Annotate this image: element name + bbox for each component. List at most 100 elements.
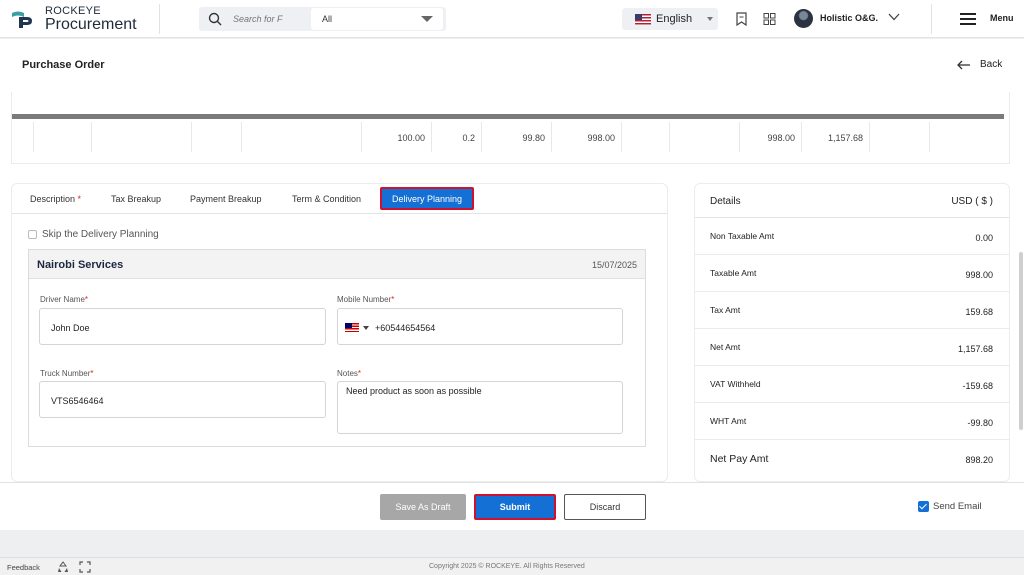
details-header: Details USD ( $ ) [695,184,1009,218]
menu-label[interactable]: Menu [990,13,1014,23]
submit-button[interactable]: Submit [474,494,556,520]
feedback-link[interactable]: Feedback [7,563,40,572]
avatar[interactable] [794,9,813,28]
truck-number-field[interactable]: VTS6546464 [39,381,326,418]
back-arrow-icon[interactable] [957,60,971,70]
mobile-number-label: Mobile Number* [337,295,394,304]
line-items-table: 100.00 0.2 99.80 998.00 998.00 1,157.68 [11,92,1010,164]
language-select[interactable]: English [622,8,718,30]
required-marker: * [84,295,89,304]
driver-name-value: John Doe [51,323,90,333]
detail-row: Tax Amt 159.68 [695,292,1009,329]
driver-name-field[interactable]: John Doe [39,308,326,345]
hamburger-menu-icon[interactable] [960,13,976,25]
table-cell: 998.00 [740,122,802,152]
details-summary: Details USD ( $ ) Non Taxable Amt 0.00 T… [694,183,1010,482]
table-cell [930,122,1004,152]
vendor-header: Nairobi Services 15/07/2025 [29,250,645,279]
top-header: ROCKEYE Procurement All English Holistic… [0,0,1024,38]
detail-label: WHT Amt [710,416,747,426]
detail-value: 159.68 [965,307,993,317]
detail-label: Taxable Amt [710,268,757,278]
mobile-number-value: +60544654564 [375,323,436,333]
rockeye-logo-icon [12,11,32,28]
send-email-label: Send Email [933,501,982,512]
tab-description[interactable]: Description * [30,194,81,204]
table-cell: 1,157.68 [802,122,870,152]
notes-label: Notes* [337,369,361,378]
table-row: 100.00 0.2 99.80 998.00 998.00 1,157.68 [12,122,1004,152]
mobile-number-label-text: Mobile Number [337,295,392,304]
detail-value: -99.80 [967,418,993,428]
page-header: Purchase Order Back [0,39,1024,92]
detail-value: -159.68 [962,381,993,391]
recycle-icon[interactable] [57,561,69,573]
table-cell [870,122,930,152]
search-icon[interactable] [208,12,222,26]
detail-row-total: Net Pay Amt 898.20 [695,440,1009,477]
detail-row: Non Taxable Amt 0.00 [695,218,1009,255]
page-title: Purchase Order [22,59,105,71]
skip-delivery-checkbox[interactable] [28,230,37,239]
detail-value: 0.00 [975,233,993,243]
user-name[interactable]: Holistic O&G. [820,13,878,23]
country-dropdown-icon[interactable] [363,326,369,330]
tab-tax-breakup[interactable]: Tax Breakup [111,194,161,204]
truck-number-label: Truck Number* [40,369,94,378]
table-cell [622,122,670,152]
driver-name-label-text: Driver Name [40,295,85,304]
footer: Feedback Copyright 2025 © ROCKEYE. All R… [0,557,1024,575]
send-email-checkbox[interactable] [918,501,929,512]
detail-label: Non Taxable Amt [710,231,775,241]
search-bar: All [199,7,446,31]
chevron-down-icon [421,16,433,22]
tab-term-condition[interactable]: Term & Condition [292,194,361,204]
required-marker: * [77,194,82,204]
required-marker: * [357,369,362,378]
search-scope-select[interactable]: All [311,8,443,30]
save-draft-button[interactable]: Save As Draft [380,494,466,520]
skip-delivery-label: Skip the Delivery Planning [42,229,159,240]
action-bar: Save As Draft Submit Discard Send Email [0,482,1024,530]
detail-label: Tax Amt [710,305,741,315]
detail-value: 998.00 [965,270,993,280]
malaysia-flag-icon[interactable] [345,323,359,332]
detail-row: Net Amt 1,157.68 [695,329,1009,366]
table-cell [34,122,92,152]
back-button[interactable]: Back [980,59,1002,70]
vendor-delivery-panel: Nairobi Services 15/07/2025 Driver Name*… [28,249,646,447]
table-cell: 998.00 [552,122,622,152]
page-scrollbar[interactable] [1019,252,1023,430]
mobile-number-field[interactable]: +60544654564 [337,308,623,345]
search-input[interactable] [233,11,309,27]
table-cell [92,122,192,152]
bookmark-icon[interactable] [735,12,748,26]
details-title: Details [710,196,741,207]
notes-textarea[interactable]: Need product as soon as possible [337,381,623,434]
tab-payment-breakup[interactable]: Payment Breakup [190,194,262,204]
driver-name-label: Driver Name* [40,295,88,304]
divider [931,4,932,34]
apps-grid-icon[interactable] [763,12,776,26]
divider [159,4,160,34]
table-scroll-track[interactable] [12,114,1004,119]
chevron-down-icon[interactable] [888,13,900,21]
detail-label: Net Amt [710,342,741,352]
table-cell: 0.2 [432,122,482,152]
detail-value: 1,157.68 [957,344,993,354]
tab-delivery-planning[interactable]: Delivery Planning [380,187,474,210]
detail-row: WHT Amt -99.80 [695,403,1009,440]
tab-description-label: Description [30,194,76,204]
table-cell: 100.00 [362,122,432,152]
discard-button[interactable]: Discard [564,494,646,520]
delivery-date: 15/07/2025 [591,260,637,270]
brand-title: Procurement [45,16,137,33]
required-marker: * [90,369,94,378]
search-scope-value: All [322,14,333,24]
detail-value: 898.20 [965,455,993,465]
table-cell [12,122,34,152]
detail-row: VAT Withheld -159.68 [695,366,1009,403]
details-currency: USD ( $ ) [951,196,993,207]
fullscreen-icon[interactable] [79,561,91,573]
truck-number-value: VTS6546464 [51,396,104,406]
